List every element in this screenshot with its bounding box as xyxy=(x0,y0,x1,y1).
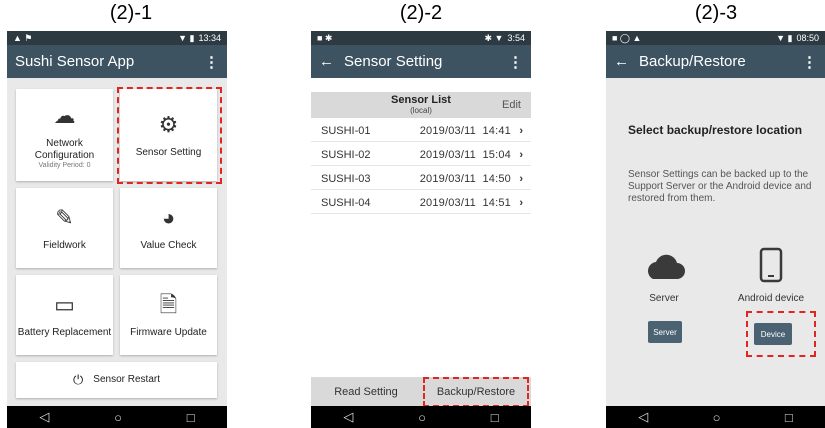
recents-icon[interactable]: □ xyxy=(187,410,195,425)
list-header: Sensor List (local) Edit xyxy=(311,92,531,118)
app-title: Sushi Sensor App xyxy=(15,53,135,70)
caption-3: (2)-3 xyxy=(694,2,738,24)
tile-sensor-restart[interactable]: ⏻ Sensor Restart xyxy=(16,362,217,398)
sensor-name: SUSHI-04 xyxy=(321,196,371,209)
sensor-date: 2019/03/11 14:51 xyxy=(419,196,511,209)
home-icon[interactable]: ○ xyxy=(418,410,426,425)
recents-icon[interactable]: □ xyxy=(491,410,499,425)
tile-label: Firmware Update xyxy=(130,327,207,338)
cloud-network-icon: ☁ xyxy=(53,102,76,128)
nav-bar: ◁ ○ □ xyxy=(606,406,825,428)
back-arrow-icon[interactable]: ← xyxy=(614,53,629,70)
page-title: Backup/Restore xyxy=(639,53,746,70)
highlight-sensor-setting xyxy=(117,87,222,184)
nav-bar: ◁ ○ □ xyxy=(311,406,531,428)
recents-icon[interactable]: □ xyxy=(785,410,793,425)
file-gear-icon: 🗎 xyxy=(159,292,178,317)
phone-sensor-setting: ■ ✱ ✱ ▼ 3:54 ← Sensor Setting ⋮ Sensor Li… xyxy=(311,31,531,428)
read-setting-button[interactable]: Read Setting xyxy=(311,377,421,406)
tile-firmware-update[interactable]: 🗎 Firmware Update xyxy=(120,275,217,355)
device-caption: Android device xyxy=(737,293,805,304)
list-title: Sensor List xyxy=(391,94,451,106)
server-caption: Server xyxy=(649,293,679,304)
list-subtitle: (local) xyxy=(410,106,432,115)
list-item[interactable]: SUSHI-01 2019/03/11 14:41 › xyxy=(311,120,531,142)
tile-label: Value Check xyxy=(140,240,197,251)
signal-icon: ▼ ▮ xyxy=(178,32,195,43)
tile-network-configuration[interactable]: ☁ Network Configuration Validity Period:… xyxy=(16,89,113,181)
phone-backup-restore: ■ ◯ ▲ ▼ ▮ 08:50 ← Backup/Restore ⋮ Select… xyxy=(606,31,825,428)
power-icon: ⏻ xyxy=(73,372,84,387)
chevron-right-icon: › xyxy=(519,196,523,209)
status-time: 3:54 xyxy=(507,33,525,43)
caption-1: (2)-1 xyxy=(109,2,153,24)
tile-battery-replacement[interactable]: ▭ Battery Replacement xyxy=(16,275,113,355)
notification-icon: ▲ ⚑ xyxy=(13,32,33,43)
signal-icon: ▼ ▮ xyxy=(776,32,793,43)
smartphone-icon xyxy=(759,247,783,283)
gauge-icon: ◕ xyxy=(161,205,176,230)
list-item[interactable]: SUSHI-02 2019/03/11 15:04 › xyxy=(311,144,531,166)
home-icon[interactable]: ○ xyxy=(114,410,122,425)
battery-icon: ▭ xyxy=(54,292,75,317)
server-button[interactable]: Server xyxy=(648,321,682,343)
tile-label: Battery Replacement xyxy=(17,327,112,338)
more-vert-icon[interactable]: ⋮ xyxy=(508,53,523,71)
highlight-device-button xyxy=(746,311,816,357)
chevron-right-icon: › xyxy=(519,124,523,137)
notification-icon: ■ ✱ xyxy=(317,32,333,43)
validity-period: Validity Period: 0 xyxy=(38,161,91,169)
sensor-date: 2019/03/11 15:04 xyxy=(419,148,511,161)
sensor-date: 2019/03/11 14:41 xyxy=(419,124,511,137)
caption-2: (2)-2 xyxy=(399,2,443,24)
list-item[interactable]: SUSHI-03 2019/03/11 14:50 › xyxy=(311,168,531,190)
status-bar: ▲ ⚑ ▼ ▮ 13:34 xyxy=(7,31,227,45)
back-icon[interactable]: ◁ xyxy=(638,409,648,425)
tile-label: Network Configuration xyxy=(34,137,95,161)
edit-button[interactable]: Edit xyxy=(502,99,521,111)
more-vert-icon[interactable]: ⋮ xyxy=(204,53,219,71)
sensor-name: SUSHI-01 xyxy=(321,124,371,137)
app-bar: Sushi Sensor App ⋮ xyxy=(7,45,227,78)
sensor-name: SUSHI-02 xyxy=(321,148,371,161)
app-bar: ← Sensor Setting ⋮ xyxy=(311,45,531,78)
back-icon[interactable]: ◁ xyxy=(39,409,49,425)
sensor-date: 2019/03/11 14:50 xyxy=(419,172,511,185)
tile-value-check[interactable]: ◕ Value Check xyxy=(120,188,217,268)
clipboard-pen-icon: ✎ xyxy=(55,205,74,230)
chevron-right-icon: › xyxy=(519,148,523,161)
tile-label: Sensor Restart xyxy=(93,374,160,385)
list-item[interactable]: SUSHI-04 2019/03/11 14:51 › xyxy=(311,192,531,214)
phone-home-screen: ▲ ⚑ ▼ ▮ 13:34 Sushi Sensor App ⋮ ☁ Networ… xyxy=(7,31,227,428)
nav-bar: ◁ ○ □ xyxy=(7,406,227,428)
status-bar: ■ ◯ ▲ ▼ ▮ 08:50 xyxy=(606,31,825,45)
cloud-icon xyxy=(648,254,685,279)
bluetooth-icon: ✱ ▼ xyxy=(484,32,504,43)
section-description: Sensor Settings can be backed up to the … xyxy=(628,169,812,204)
highlight-backup-restore xyxy=(423,377,529,407)
notification-icon: ■ ◯ ▲ xyxy=(612,32,642,43)
status-time: 08:50 xyxy=(796,33,819,43)
app-bar: ← Backup/Restore ⋮ xyxy=(606,45,825,78)
sensor-name: SUSHI-03 xyxy=(321,172,371,185)
page-title: Sensor Setting xyxy=(344,53,443,70)
section-heading: Select backup/restore location xyxy=(628,123,803,137)
status-bar: ■ ✱ ✱ ▼ 3:54 xyxy=(311,31,531,45)
back-icon[interactable]: ◁ xyxy=(343,409,353,425)
more-vert-icon[interactable]: ⋮ xyxy=(802,53,817,71)
tile-label: Fieldwork xyxy=(43,240,86,251)
tile-fieldwork[interactable]: ✎ Fieldwork xyxy=(16,188,113,268)
status-time: 13:34 xyxy=(198,33,221,43)
chevron-right-icon: › xyxy=(519,172,523,185)
back-arrow-icon[interactable]: ← xyxy=(319,53,334,70)
home-icon[interactable]: ○ xyxy=(713,410,721,425)
